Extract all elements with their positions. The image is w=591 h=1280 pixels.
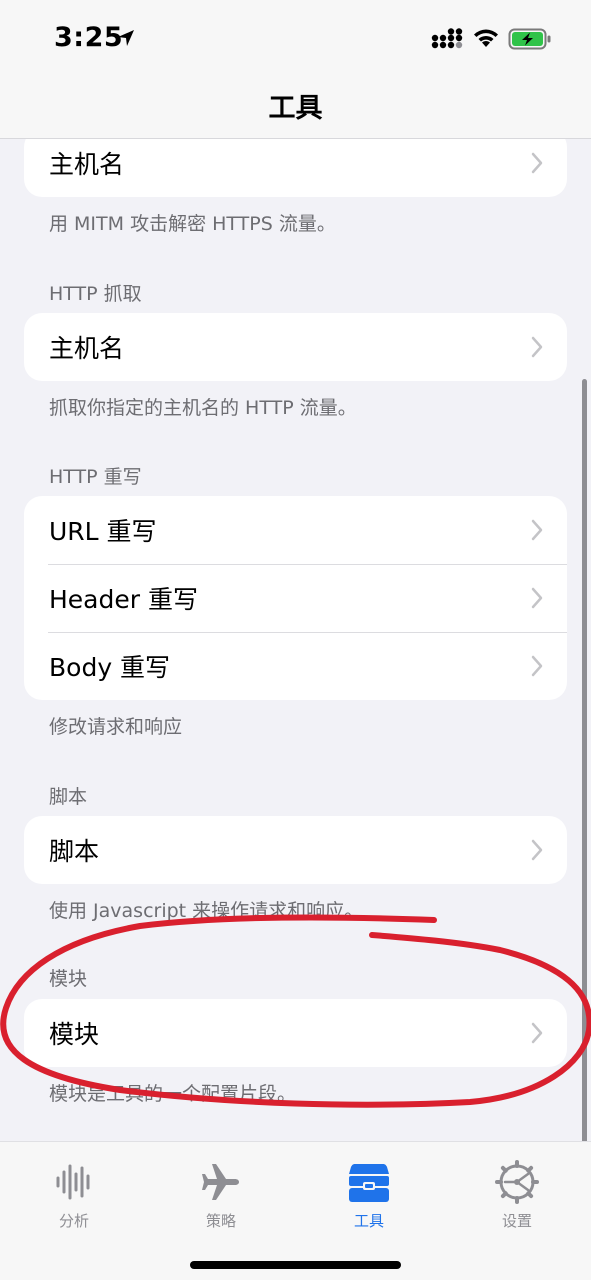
home-indicator[interactable] — [190, 1261, 401, 1269]
airplane-icon — [202, 1164, 239, 1200]
url-rewrite-row[interactable]: URL 重写 — [24, 496, 567, 564]
mitm-group: 主机名 — [24, 139, 567, 197]
row-label: 主机名 — [49, 150, 125, 179]
tab-label: 设置 — [501, 1212, 532, 1230]
battery-charging-icon — [508, 28, 551, 50]
row-label: 脚本 — [49, 837, 100, 866]
capture-hostname-row[interactable]: 主机名 — [24, 313, 567, 381]
scroll-indicator[interactable] — [582, 379, 587, 1151]
tab-label: 策略 — [205, 1212, 236, 1230]
module-header: 模块 — [49, 968, 88, 990]
module-row[interactable]: 模块 — [24, 999, 567, 1067]
gear-icon — [495, 1160, 539, 1204]
mitm-footer: 用 MITM 攻击解密 HTTPS 流量。 — [49, 213, 336, 235]
wifi-icon — [474, 29, 498, 47]
module-group: 模块 — [24, 999, 567, 1067]
settings-list[interactable]: 主机名 用 MITM 攻击解密 HTTPS 流量。 HTTP 抓取 主机名 抓取… — [0, 139, 591, 1141]
tab-tools[interactable]: 工具 — [319, 1160, 419, 1240]
chevron-right-icon — [531, 839, 543, 861]
module-footer: 模块是工具的一个配置片段。 — [49, 1083, 297, 1105]
toolbox-icon — [349, 1164, 389, 1202]
row-label: URL 重写 — [49, 517, 157, 546]
row-label: 模块 — [49, 1020, 100, 1049]
script-row[interactable]: 脚本 — [24, 816, 567, 884]
http-rewrite-group: URL 重写 Header 重写 Body 重写 — [24, 496, 567, 700]
script-footer: 使用 Javascript 来操作请求和响应。 — [49, 900, 364, 922]
tab-analysis[interactable]: 分析 — [24, 1160, 124, 1240]
tab-settings[interactable]: 设置 — [467, 1160, 567, 1240]
row-label: 主机名 — [49, 334, 125, 363]
body-rewrite-row[interactable]: Body 重写 — [24, 632, 567, 700]
chevron-right-icon — [531, 152, 543, 174]
page-title: 工具 — [268, 93, 323, 124]
location-arrow-icon — [118, 30, 134, 46]
tab-policy[interactable]: 策略 — [171, 1160, 271, 1240]
http-capture-group: 主机名 — [24, 313, 567, 381]
tab-bar: 分析 策略 工具 设置 — [0, 1141, 591, 1280]
header-rewrite-row[interactable]: Header 重写 — [24, 564, 567, 632]
chevron-right-icon — [531, 336, 543, 358]
waveform-icon — [56, 1164, 90, 1200]
tab-label: 分析 — [58, 1212, 89, 1230]
row-label: Body 重写 — [49, 653, 171, 682]
script-header: 脚本 — [49, 786, 88, 808]
status-time: 3:25 — [54, 22, 124, 53]
cellular-signal-icon — [431, 28, 463, 49]
chevron-right-icon — [531, 1022, 543, 1044]
tab-label: 工具 — [353, 1212, 384, 1230]
navigation-bar: 工具 — [0, 78, 591, 139]
http-rewrite-footer: 修改请求和响应 — [49, 716, 183, 738]
mitm-hostname-row[interactable]: 主机名 — [24, 139, 567, 197]
status-bar: 3:25 — [0, 0, 591, 78]
chevron-right-icon — [531, 587, 543, 609]
http-rewrite-header: HTTP 重写 — [49, 466, 142, 488]
script-group: 脚本 — [24, 816, 567, 884]
http-capture-header: HTTP 抓取 — [49, 283, 142, 305]
chevron-right-icon — [531, 655, 543, 677]
http-capture-footer: 抓取你指定的主机名的 HTTP 流量。 — [49, 397, 357, 419]
chevron-right-icon — [531, 519, 543, 541]
row-label: Header 重写 — [49, 585, 198, 614]
screen: 3:25 工具 主机名 用 MITM 攻击解密 HTTPS 流量。 HTTP 抓… — [0, 0, 591, 1280]
